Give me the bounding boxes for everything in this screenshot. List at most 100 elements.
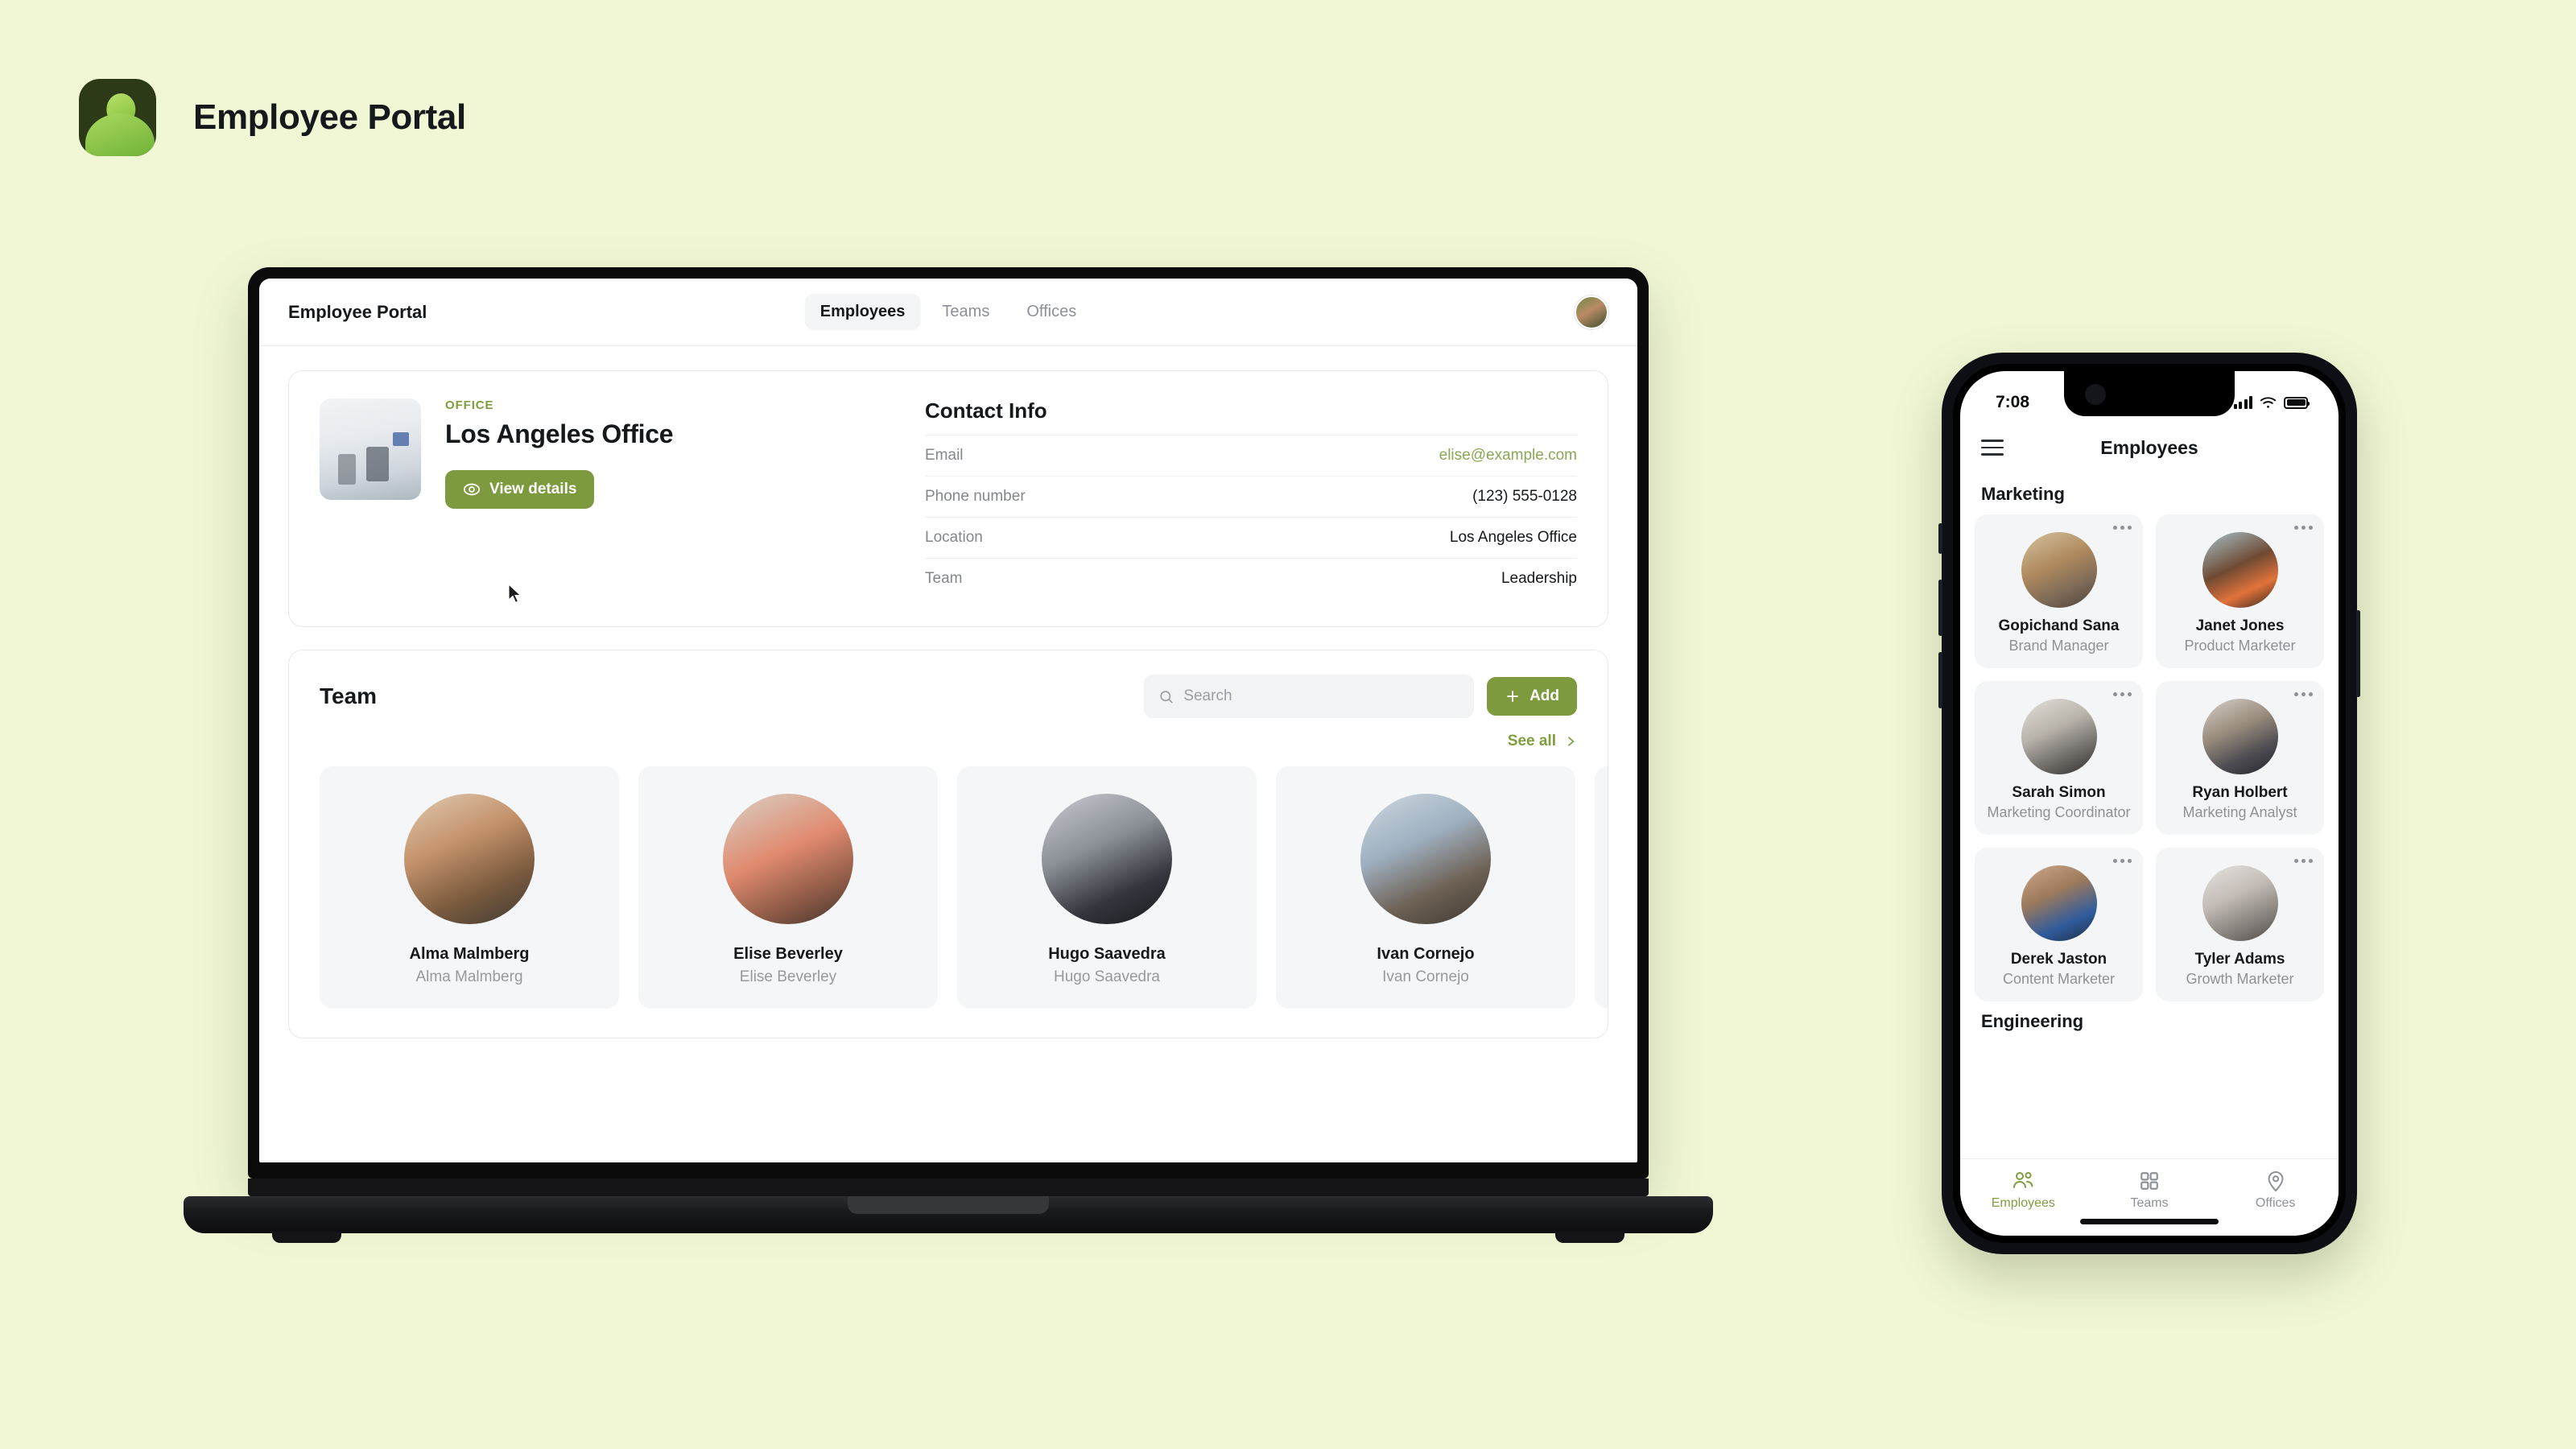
people-icon [1960, 1169, 2087, 1193]
team-member-card[interactable] [1595, 766, 1608, 1009]
member-subtitle: Alma Malmberg [415, 968, 523, 985]
contact-value-phone: (123) 555-0128 [1472, 488, 1577, 505]
section-title-marketing: Marketing [1981, 484, 2065, 504]
office-summary: OFFICE Los Angeles Office View details [320, 398, 883, 599]
phone-nav-title: Employees [2100, 436, 2198, 458]
phone-notch [2064, 371, 2235, 416]
employee-photo [2202, 532, 2278, 608]
see-all-row: See all [289, 718, 1608, 758]
battery-full-icon [2284, 396, 2310, 409]
map-pin-icon [2212, 1169, 2339, 1193]
see-all-link[interactable]: See all [1508, 733, 1577, 750]
member-photo [723, 794, 853, 924]
team-member-grid: Alma Malmberg Alma Malmberg Elise Beverl… [289, 758, 1608, 1009]
add-button[interactable]: Add [1487, 677, 1577, 716]
employee-photo [2202, 698, 2278, 774]
employee-name: Derek Jaston [2010, 950, 2107, 968]
member-subtitle: Hugo Saavedra [1053, 968, 1161, 985]
member-name: Alma Malmberg [409, 945, 530, 963]
team-header: Team Search Add [289, 675, 1608, 718]
hamburger-menu-icon[interactable] [1981, 440, 2004, 456]
status-time: 7:08 [1996, 393, 2030, 411]
more-horizontal-icon[interactable] [2294, 526, 2313, 530]
more-horizontal-icon[interactable] [2113, 526, 2132, 530]
employee-card[interactable]: Tyler Adams Growth Marketer [2156, 847, 2324, 1001]
employee-role: Product Marketer [2184, 638, 2296, 654]
employee-photo [2021, 698, 2097, 774]
team-member-card[interactable]: Alma Malmberg Alma Malmberg [320, 766, 619, 1009]
view-details-button[interactable]: View details [445, 470, 595, 509]
contact-row-phone: Phone number (123) 555-0128 [925, 476, 1577, 517]
employee-role: Content Marketer [2002, 970, 2116, 987]
search-input[interactable] [1183, 687, 1460, 705]
laptop-base [184, 1196, 1713, 1243]
app-body: OFFICE Los Angeles Office View details C… [259, 346, 1637, 1063]
person-avatar-icon [79, 79, 156, 156]
contact-row-team: Team Leadership [925, 558, 1577, 599]
team-member-card[interactable]: Elise Beverley Elise Beverley [638, 766, 938, 1009]
phone-mockup: 7:08 Employees Marketing Gopichand Sana … [1938, 353, 2360, 1254]
contact-value-email[interactable]: elise@example.com [1439, 447, 1577, 464]
employee-card[interactable]: Sarah Simon Marketing Coordinator [1975, 680, 2143, 835]
laptop-hinge [248, 1179, 1649, 1196]
employee-role: Growth Marketer [2186, 970, 2294, 987]
team-actions: Add [1144, 675, 1577, 718]
team-member-card[interactable]: Ivan Cornejo Ivan Cornejo [1276, 766, 1575, 1009]
employee-role: Brand Manager [2008, 638, 2109, 654]
office-kicker: OFFICE [445, 398, 494, 412]
office-name: Los Angeles Office [445, 419, 674, 448]
contact-label-team: Team [925, 570, 963, 587]
see-all-label: See all [1507, 733, 1556, 749]
phone-content[interactable]: Marketing Gopichand Sana Brand Manager J… [1960, 474, 2339, 1158]
employee-card[interactable]: Janet Jones Product Marketer [2156, 514, 2324, 668]
grid-icon [2087, 1169, 2213, 1193]
laptop-mockup: Employee Portal Employees Teams Offices [184, 267, 1713, 1243]
member-subtitle: Elise Beverley [739, 968, 837, 985]
member-photo [404, 794, 535, 924]
contact-label-email: Email [925, 447, 964, 464]
phone-tab-employees-label: Employees [1991, 1196, 2055, 1210]
contact-row-location: Location Los Angeles Office [925, 517, 1577, 558]
employee-role: Marketing Analyst [2182, 803, 2297, 820]
employee-name: Sarah Simon [2012, 783, 2106, 801]
employee-card[interactable]: Gopichand Sana Brand Manager [1975, 514, 2143, 668]
more-horizontal-icon[interactable] [2113, 858, 2132, 863]
member-photo [1042, 794, 1172, 924]
home-indicator [2080, 1219, 2219, 1224]
chevron-right-icon [1568, 737, 1575, 746]
search-icon [1160, 690, 1173, 704]
contact-value-team: Leadership [1501, 570, 1577, 587]
search-box[interactable] [1144, 675, 1475, 718]
more-horizontal-icon[interactable] [2113, 691, 2132, 696]
phone-tab-teams[interactable]: Teams [2087, 1169, 2213, 1211]
phone-tab-offices-label: Offices [2255, 1196, 2296, 1210]
front-camera-icon [2085, 384, 2106, 405]
employee-card[interactable]: Ryan Holbert Marketing Analyst [2156, 680, 2324, 835]
tab-offices[interactable]: Offices [1011, 294, 1092, 330]
employee-card[interactable]: Derek Jaston Content Marketer [1975, 847, 2143, 1001]
employee-photo [2021, 865, 2097, 941]
more-horizontal-icon[interactable] [2294, 691, 2313, 696]
more-horizontal-icon[interactable] [2294, 858, 2313, 863]
contact-label-phone: Phone number [925, 488, 1026, 505]
app-title: Employee Portal [288, 301, 427, 322]
contact-info-panel: Contact Info Email elise@example.com Pho… [925, 398, 1577, 599]
tab-teams[interactable]: Teams [927, 294, 1005, 330]
phone-tab-offices[interactable]: Offices [2212, 1169, 2339, 1211]
phone-navbar: Employees [1960, 421, 2339, 474]
employee-name: Janet Jones [2195, 617, 2285, 634]
team-member-card[interactable]: Hugo Saavedra Hugo Saavedra [957, 766, 1257, 1009]
employee-photo [2021, 532, 2097, 608]
eye-icon [463, 483, 481, 496]
avatar[interactable] [1575, 295, 1608, 329]
office-overview-card: OFFICE Los Angeles Office View details C… [288, 370, 1608, 627]
wifi-icon [2260, 397, 2277, 408]
phone-employee-grid: Gopichand Sana Brand Manager Janet Jones… [1975, 514, 2324, 1001]
page-root: Employee Portal Employee Portal Employee… [0, 0, 2576, 1449]
employee-photo [2202, 865, 2278, 941]
member-name: Elise Beverley [733, 945, 843, 963]
cellular-signal-icon [2233, 396, 2252, 409]
phone-tab-employees[interactable]: Employees [1960, 1169, 2087, 1211]
employee-name: Ryan Holbert [2192, 783, 2288, 801]
tab-employees[interactable]: Employees [804, 294, 921, 330]
